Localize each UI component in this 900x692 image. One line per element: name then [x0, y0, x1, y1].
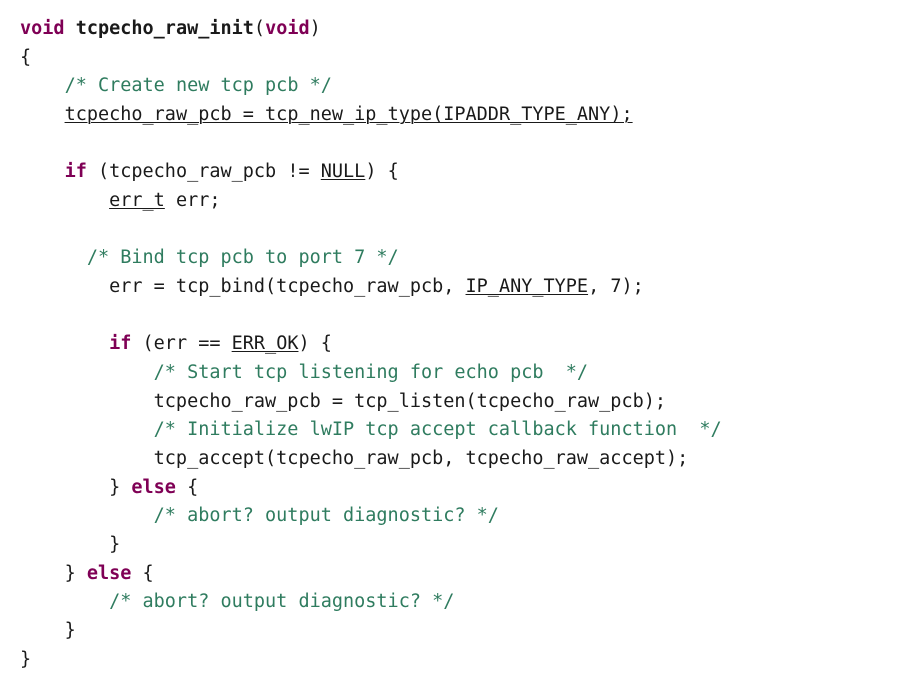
comment: /* Start tcp listening for echo pcb */	[154, 362, 588, 383]
code-text: {	[131, 563, 153, 584]
line: tcp_accept(tcpecho_raw_pcb, tcpecho_raw_…	[20, 448, 688, 469]
code-text: ) {	[298, 333, 331, 354]
code-text: tcpecho_raw_pcb = tcp_new_ip_type(IPADDR…	[65, 104, 633, 125]
comment: /* Bind tcp pcb to port 7 */	[87, 247, 399, 268]
code-text: }	[109, 534, 120, 555]
comment: /* abort? output diagnostic? */	[109, 591, 454, 612]
null-literal: NULL	[321, 161, 366, 182]
keyword-else: else	[131, 477, 176, 498]
code-text: (tcpecho_raw_pcb !=	[87, 161, 321, 182]
comment: /* abort? output diagnostic? */	[154, 505, 499, 526]
line: {	[20, 47, 31, 68]
code-text: tcpecho_raw_pcb = tcp_listen(tcpecho_raw…	[154, 391, 666, 412]
comment: /* Initialize lwIP tcp accept callback f…	[154, 419, 722, 440]
code-text: err;	[165, 190, 221, 211]
line: if (tcpecho_raw_pcb != NULL) {	[20, 161, 399, 182]
line: tcpecho_raw_pcb = tcp_listen(tcpecho_raw…	[20, 391, 666, 412]
blank-line	[20, 219, 31, 240]
blank-line	[20, 133, 31, 154]
line: }	[20, 620, 76, 641]
macro: ERR_OK	[232, 333, 299, 354]
comment: /* Create new tcp pcb */	[65, 75, 332, 96]
code-text: tcp_accept(tcpecho_raw_pcb, tcpecho_raw_…	[154, 448, 689, 469]
function-name: tcpecho_raw_init	[76, 18, 254, 39]
keyword-void: void	[20, 18, 65, 39]
code-text: ) {	[365, 161, 398, 182]
code-text: (err ==	[131, 333, 231, 354]
code-text: }	[65, 620, 76, 641]
line: void tcpecho_raw_init(void)	[20, 18, 321, 39]
line: tcpecho_raw_pcb = tcp_new_ip_type(IPADDR…	[20, 104, 633, 125]
line: if (err == ERR_OK) {	[20, 333, 332, 354]
line: /* Create new tcp pcb */	[20, 75, 332, 96]
line: } else {	[20, 563, 154, 584]
keyword-else: else	[87, 563, 132, 584]
line: /* abort? output diagnostic? */	[20, 591, 454, 612]
line: err = tcp_bind(tcpecho_raw_pcb, IP_ANY_T…	[20, 276, 644, 297]
line: /* Initialize lwIP tcp accept callback f…	[20, 419, 722, 440]
line: }	[20, 534, 120, 555]
type-name: err_t	[109, 190, 165, 211]
line: } else {	[20, 477, 198, 498]
code-block: void tcpecho_raw_init(void) { /* Create …	[20, 15, 880, 674]
macro: IP_ANY_TYPE	[466, 276, 589, 297]
line: }	[20, 649, 31, 670]
blank-line	[20, 305, 31, 326]
keyword-void: void	[265, 18, 310, 39]
keyword-if: if	[65, 161, 87, 182]
code-text: }	[109, 477, 131, 498]
line: err_t err;	[20, 190, 221, 211]
code-text: , 7);	[588, 276, 644, 297]
line: /* Start tcp listening for echo pcb */	[20, 362, 588, 383]
code-text: }	[65, 563, 87, 584]
code-text: {	[176, 477, 198, 498]
line: /* Bind tcp pcb to port 7 */	[20, 247, 399, 268]
keyword-if: if	[109, 333, 131, 354]
code-text: err = tcp_bind(tcpecho_raw_pcb,	[109, 276, 465, 297]
line: /* abort? output diagnostic? */	[20, 505, 499, 526]
